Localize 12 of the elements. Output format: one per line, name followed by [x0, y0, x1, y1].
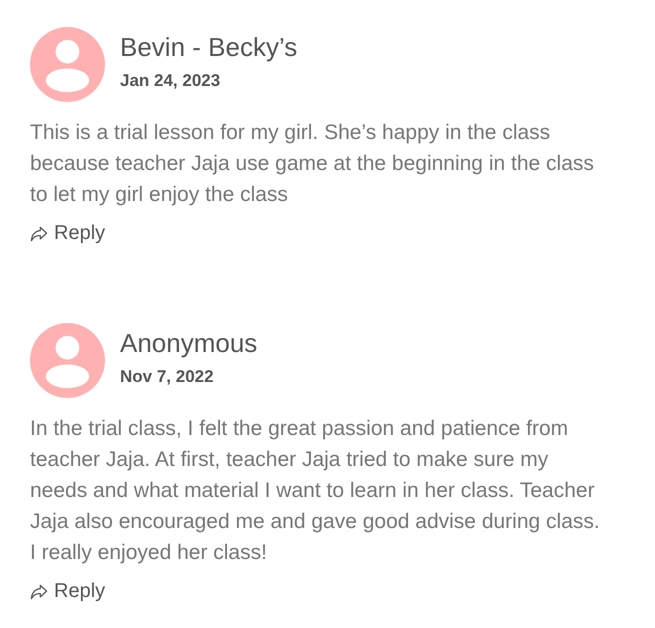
reviewer-name: Bevin - Becky’s: [120, 31, 298, 63]
review-text: This is a trial lesson for my girl. She’s happy in the class because teacher Jaja use game at the beginning in the class to let my girl enjoy the class: [30, 120, 595, 208]
review-date: Nov 7, 2022: [120, 367, 215, 387]
reply-button[interactable]: Reply: [30, 580, 106, 603]
reviewer-name: Anonymous: [120, 327, 258, 359]
review-date: Jan 24, 2023: [120, 71, 222, 91]
share-arrow-icon: [30, 584, 48, 600]
avatar-icon: [30, 323, 105, 398]
review-text: In the trial class, I felt the great passion and patience from teacher Jaja. At first, teacher Jaja tried to make sure my needs and what material I want to learn in her class. Teacher Jaja also encouraged me and gave good advise during class. I really enjoyed her class!: [30, 416, 601, 566]
reply-button[interactable]: Reply: [30, 222, 106, 245]
avatar-icon: [30, 27, 105, 102]
share-arrow-icon: [30, 226, 48, 242]
